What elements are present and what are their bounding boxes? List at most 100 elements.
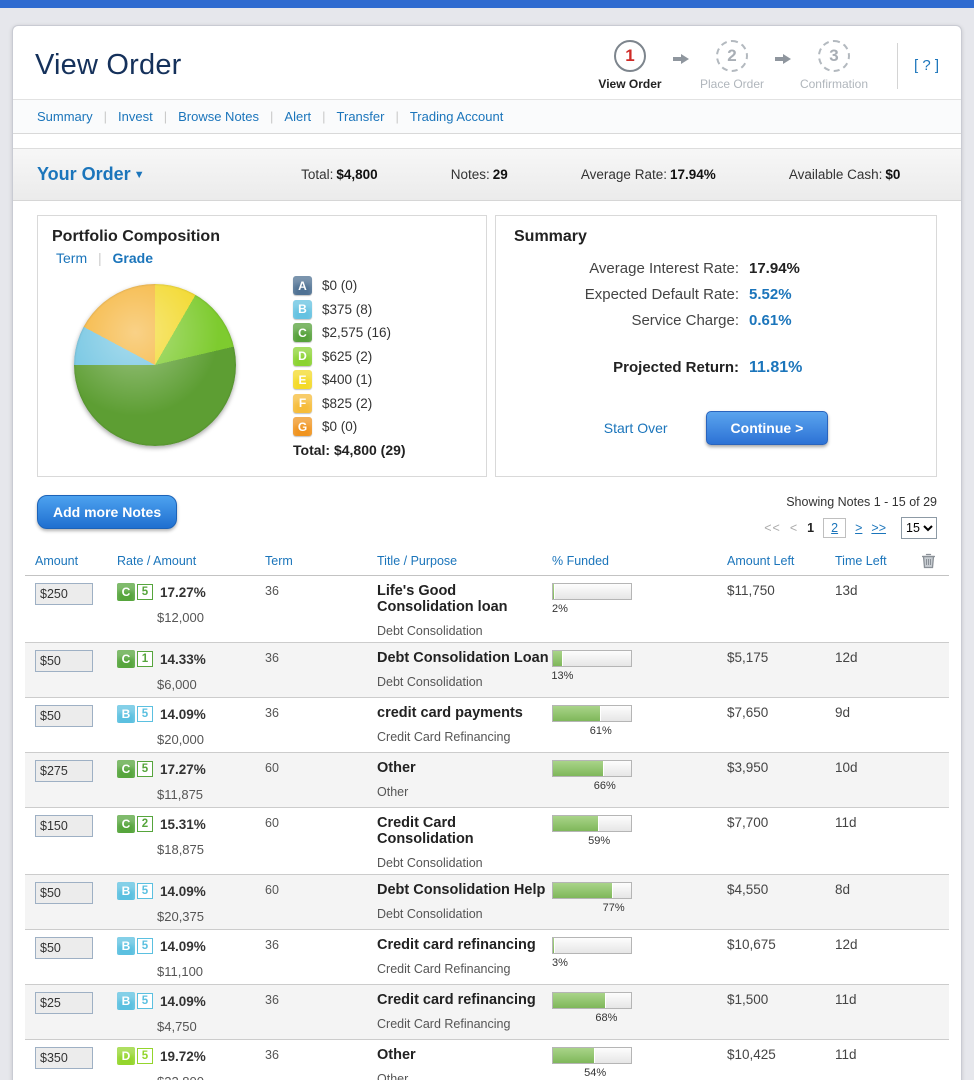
loan-amount: $18,875 (157, 842, 265, 857)
col-amount-left[interactable]: Amount Left (727, 554, 835, 568)
service-charge-row: Service Charge: 0.61% (514, 312, 918, 329)
col-funded[interactable]: % Funded (552, 554, 727, 568)
loan-amount: $11,875 (157, 787, 265, 802)
note-amount-input[interactable] (35, 1047, 93, 1069)
amount-left-value: $7,700 (727, 815, 835, 870)
notes-table: Amount Rate / Amount Term Title / Purpos… (25, 547, 949, 1080)
start-over-link[interactable]: Start Over (604, 420, 668, 436)
nav-invest[interactable]: Invest (118, 109, 153, 124)
legend-grade-badge: F (293, 394, 312, 413)
interest-rate: 14.09% (160, 994, 206, 1009)
legend-item: A$0 (0) (293, 276, 406, 295)
note-amount-input[interactable] (35, 760, 93, 782)
note-purpose: Debt Consolidation (377, 624, 552, 638)
legend-total: Total: $4,800 (29) (293, 442, 406, 458)
legend-grade-badge: G (293, 417, 312, 436)
pager-next[interactable]: > (855, 521, 862, 535)
note-title-link[interactable]: Credit Card Consolidation (377, 815, 552, 847)
note-title-link[interactable]: Debt Consolidation Loan (377, 650, 552, 666)
funded-percent-label: 2% (552, 603, 568, 615)
table-row: C 5 17.27% $11,875 60 Other Other 66% $3… (25, 753, 949, 808)
your-order-toggle[interactable]: Your Order▼ (37, 164, 145, 185)
nav-summary[interactable]: Summary (37, 109, 93, 124)
subgrade-badge: 5 (137, 883, 153, 899)
stat-available-cash: Available Cash:$0 (789, 167, 901, 182)
grade-badge: B (117, 705, 135, 723)
tab-grade[interactable]: Grade (113, 250, 153, 266)
note-amount-input[interactable] (35, 882, 93, 904)
funded-progress-fill (553, 584, 555, 599)
table-row: C 2 15.31% $18,875 60 Credit Card Consol… (25, 808, 949, 875)
chevron-down-icon: ▼ (134, 169, 145, 181)
funded-progress-bar (552, 583, 632, 600)
legend-value: $375 (8) (322, 302, 372, 317)
subgrade-badge: 5 (137, 993, 153, 1009)
time-left-value: 11d (835, 815, 907, 870)
legend-item: C$2,575 (16) (293, 323, 406, 342)
note-amount-input[interactable] (35, 583, 93, 605)
term-months: 60 (265, 882, 377, 925)
delete-all-trash-icon[interactable] (907, 552, 949, 569)
note-amount-input[interactable] (35, 937, 93, 959)
add-more-notes-button[interactable]: Add more Notes (37, 495, 177, 529)
interest-rate: 14.33% (160, 652, 206, 667)
nav-trading-account[interactable]: Trading Account (410, 109, 503, 124)
subgrade-badge: 2 (137, 816, 153, 832)
pager-prev: < (790, 521, 798, 535)
step-view-order: 1 View Order (587, 40, 673, 91)
note-title-link[interactable]: Credit card refinancing (377, 937, 552, 953)
col-amount[interactable]: Amount (25, 554, 117, 568)
note-amount-input[interactable] (35, 815, 93, 837)
time-left-value: 11d (835, 1047, 907, 1080)
page-size-select[interactable]: 15 (901, 517, 937, 539)
note-purpose: Credit Card Refinancing (377, 1017, 552, 1031)
grade-badge: B (117, 882, 135, 900)
funded-progress-bar (552, 882, 632, 899)
note-title-link[interactable]: Life's Good Consolidation loan (377, 583, 552, 615)
interest-rate: 19.72% (160, 1049, 206, 1064)
nav-browse-notes[interactable]: Browse Notes (178, 109, 259, 124)
subgrade-badge: 5 (137, 1048, 153, 1064)
order-summary-bar: Your Order▼ Total:$4,800 Notes:29 Averag… (13, 148, 961, 201)
time-left-value: 13d (835, 583, 907, 638)
nav-alert[interactable]: Alert (284, 109, 311, 124)
interest-rate: 14.09% (160, 884, 206, 899)
nav-transfer[interactable]: Transfer (337, 109, 385, 124)
note-title-link[interactable]: credit card payments (377, 705, 552, 721)
col-title-purpose[interactable]: Title / Purpose (377, 554, 552, 568)
time-left-value: 9d (835, 705, 907, 748)
pager-last[interactable]: >> (871, 521, 886, 535)
note-amount-input[interactable] (35, 992, 93, 1014)
note-title-link[interactable]: Other (377, 760, 552, 776)
note-title-link[interactable]: Debt Consolidation Help (377, 882, 552, 898)
table-row: B 5 14.09% $4,750 36 Credit card refinan… (25, 985, 949, 1040)
help-link[interactable]: [ ? ] (914, 57, 939, 74)
funded-percent-label: 59% (588, 835, 610, 847)
grade-pie-chart (74, 284, 236, 446)
note-amount-input[interactable] (35, 650, 93, 672)
legend-value: $825 (2) (322, 396, 372, 411)
note-amount-input[interactable] (35, 705, 93, 727)
time-left-value: 10d (835, 760, 907, 803)
legend-item: F $825 (2) (293, 394, 406, 413)
tab-term[interactable]: Term (56, 250, 87, 266)
portfolio-composition-box: Portfolio Composition Term | Grade A$0 (… (37, 215, 487, 477)
funded-progress-fill (553, 816, 599, 831)
grade-badge: B (117, 937, 135, 955)
note-title-link[interactable]: Credit card refinancing (377, 992, 552, 1008)
table-row: B 5 14.09% $11,100 36 Credit card refina… (25, 930, 949, 985)
note-purpose: Credit Card Refinancing (377, 730, 552, 744)
note-title-link[interactable]: Other (377, 1047, 552, 1063)
col-time-left[interactable]: Time Left (835, 554, 907, 568)
step-arrow-icon (673, 52, 689, 67)
funded-progress-fill (553, 938, 555, 953)
pager-page-2[interactable]: 2 (823, 518, 846, 538)
grade-badge: C (117, 583, 135, 601)
step-1-circle: 1 (614, 40, 646, 72)
col-rate-amount[interactable]: Rate / Amount (117, 554, 265, 568)
loan-amount: $11,100 (157, 964, 265, 979)
funded-progress-bar (552, 650, 632, 667)
step-arrow-icon (775, 52, 791, 67)
continue-button[interactable]: Continue > (706, 411, 829, 445)
col-term[interactable]: Term (265, 553, 377, 568)
